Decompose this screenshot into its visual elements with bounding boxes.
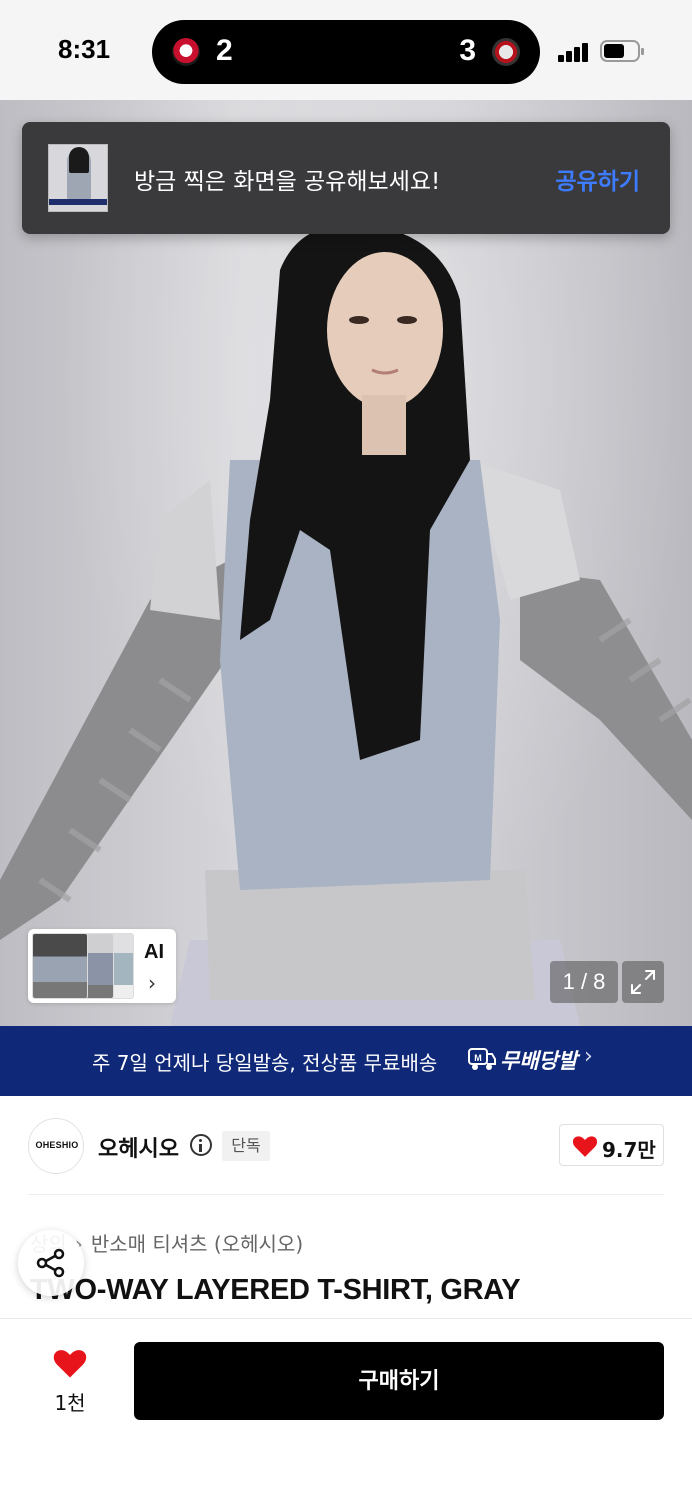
delivery-banner[interactable]: 주 7일 언제나 당일발송, 전상품 무료배송 M 무배당발 › [0, 1026, 692, 1096]
live-activity-scoreboard[interactable]: 2 3 [152, 20, 540, 84]
away-score: 3 [459, 34, 476, 67]
brand-logo[interactable]: OHESHIO [28, 1118, 84, 1174]
expand-icon[interactable] [622, 961, 664, 1003]
delivery-badge-label: 무배당발 [500, 1049, 578, 1073]
thumbnail-2 [84, 933, 114, 999]
away-team-logo-icon [492, 38, 520, 66]
cellular-signal-icon [558, 42, 590, 62]
product-hero-image[interactable] [0, 100, 692, 1026]
svg-text:M: M [474, 1053, 482, 1063]
home-team-logo-icon [172, 38, 200, 66]
heart-icon [572, 1136, 598, 1157]
delivery-truck-icon: M [468, 1046, 496, 1072]
model-photo [0, 224, 692, 1026]
thumbnail-1 [32, 933, 88, 999]
share-action-button[interactable]: 공유하기 [555, 162, 640, 196]
share-icon [36, 1248, 65, 1278]
status-bar: 8:31 2 3 [0, 0, 692, 100]
bottom-action-bar: 1천 구매하기 [0, 1318, 692, 1500]
share-button[interactable] [18, 1230, 84, 1296]
brand-like-count: 9.7만 [602, 1138, 656, 1162]
wishlist-button[interactable]: 1천 [44, 1343, 96, 1423]
brand-logo-text: OHESHIO [35, 1140, 79, 1150]
product-title: TWO-WAY LAYERED T-SHIRT, GRAY [30, 1274, 521, 1306]
brand-name[interactable]: 오헤시오 [98, 1131, 179, 1163]
heart-icon [53, 1350, 87, 1378]
brand-like-button[interactable]: 9.7만 [559, 1124, 664, 1166]
ai-thumbnail-strip[interactable]: AI › [28, 929, 176, 1003]
chevron-right-icon: › [148, 971, 156, 995]
info-icon[interactable] [190, 1134, 212, 1156]
breadcrumb-subcategory[interactable]: 반소매 티셔츠 (오헤시오) [91, 1232, 303, 1256]
clock: 8:31 [58, 34, 111, 64]
exclusive-badge: 단독 [222, 1131, 270, 1161]
toast-message: 방금 찍은 화면을 공유해보세요! [134, 169, 441, 195]
wishlist-count: 1천 [54, 1391, 86, 1415]
buy-button[interactable]: 구매하기 [134, 1342, 664, 1420]
ai-label: AI [144, 941, 164, 963]
home-score: 2 [216, 34, 233, 67]
screenshot-thumbnail-icon[interactable] [48, 144, 108, 212]
image-counter: 1 / 8 [550, 961, 618, 1003]
delivery-banner-text: 주 7일 언제나 당일발송, 전상품 무료배송 [92, 1051, 438, 1075]
chevron-right-icon: › [584, 1044, 593, 1069]
divider [28, 1194, 664, 1195]
share-screenshot-toast: 방금 찍은 화면을 공유해보세요! 공유하기 [22, 122, 670, 234]
battery-icon [600, 40, 644, 62]
